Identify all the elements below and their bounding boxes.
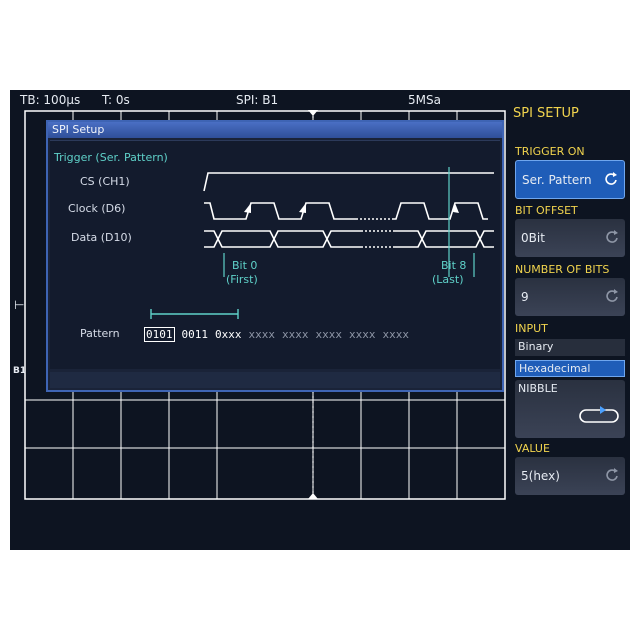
spi-setup-menu: SPI SETUP TRIGGER ON Ser. Pattern BIT OF… (513, 90, 630, 550)
rotary-knob-icon (606, 289, 618, 302)
pattern-nibble[interactable]: xxxx (349, 328, 376, 341)
input-option-binary[interactable]: Binary (515, 339, 625, 356)
value-button[interactable]: 5(hex) (515, 457, 625, 495)
rotary-knob-icon (606, 468, 618, 481)
bit-last-sub: (Last) (432, 273, 464, 286)
oscilloscope-screen: TB: 100µs T: 0s SPI: B1 5MSa ⊢ B1 SPI SE… (10, 90, 630, 550)
rotary-knob-icon (606, 230, 618, 243)
dialog-title-bar[interactable]: SPI Setup (48, 122, 502, 138)
bus-marker-b1: B1 (13, 366, 27, 376)
bit-last-label: Bit 8 (441, 259, 467, 272)
ground-level-marker: ⊢ (14, 298, 25, 312)
bit-offset-button[interactable]: 0Bit (515, 219, 625, 257)
timebase-readout: TB: 100µs (20, 93, 81, 107)
pattern-nibble[interactable]: 0101 (144, 327, 175, 342)
pattern-nibble[interactable]: xxxx (249, 328, 276, 341)
bit-first-sub: (First) (226, 273, 258, 286)
pattern-nibble[interactable]: xxxx (383, 328, 410, 341)
dialog-footer (50, 372, 500, 388)
input-label: INPUT (515, 322, 548, 335)
trigger-time-readout: T: 0s (102, 93, 130, 107)
status-bar: TB: 100µs T: 0s SPI: B1 5MSa (10, 90, 510, 110)
bit-first-label: Bit 0 (232, 259, 258, 272)
pattern-label: Pattern (80, 327, 120, 340)
menu-title: SPI SETUP (513, 106, 579, 121)
dialog-title: SPI Setup (52, 123, 105, 136)
spi-setup-dialog: SPI Setup Trigger (Ser. Pattern) CS (CH1… (46, 120, 504, 392)
pattern-nibble[interactable]: 0xxx (215, 328, 242, 341)
pattern-nibble[interactable]: xxxx (282, 328, 309, 341)
number-of-bits-value: 9 (521, 290, 529, 304)
toggle-cycle-icon (579, 406, 619, 423)
pattern-nibble[interactable]: 0011 (182, 328, 209, 341)
sample-rate-readout: 5MSa (408, 93, 441, 107)
dialog-body: Trigger (Ser. Pattern) CS (CH1) Clock (D… (50, 140, 500, 369)
pattern-value[interactable]: 0101 0011 0xxx xxxx xxxx xxxx xxxx xxxx (144, 327, 416, 342)
trigger-on-label: TRIGGER ON (515, 145, 585, 158)
bit-offset-value: 0Bit (521, 231, 545, 245)
input-option-nibble[interactable]: NIBBLE (515, 380, 625, 438)
value-label: VALUE (515, 442, 550, 455)
bit-offset-label: BIT OFFSET (515, 204, 578, 217)
bus-readout: SPI: B1 (236, 93, 279, 107)
number-of-bits-button[interactable]: 9 (515, 278, 625, 316)
pattern-nibble[interactable]: xxxx (316, 328, 343, 341)
rotary-knob-icon (605, 172, 617, 185)
trigger-on-value: Ser. Pattern (522, 173, 592, 187)
number-of-bits-label: NUMBER OF BITS (515, 263, 610, 276)
trigger-on-button[interactable]: Ser. Pattern (515, 160, 625, 199)
value-value: 5(hex) (521, 469, 560, 483)
input-option-hexadecimal[interactable]: Hexadecimal (515, 360, 625, 377)
